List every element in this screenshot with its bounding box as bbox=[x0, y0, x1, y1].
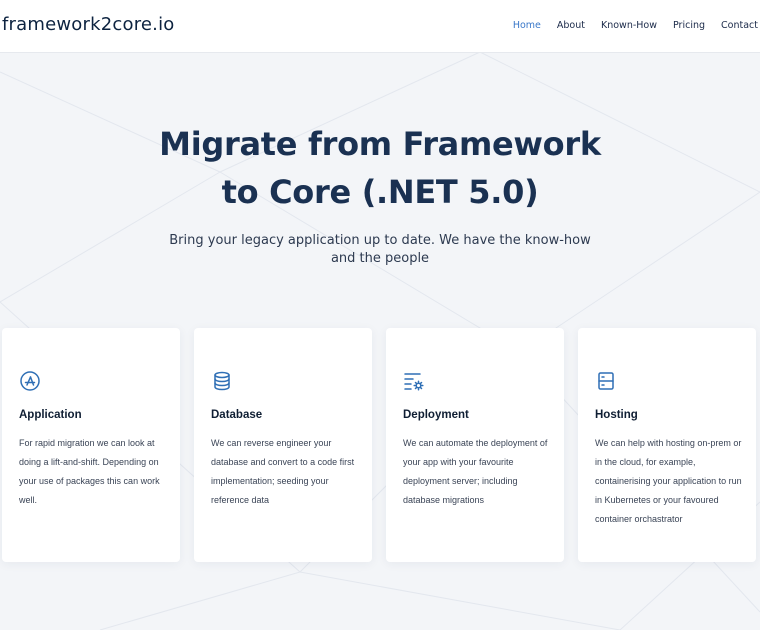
card-description: We can automate the deployment of your a… bbox=[403, 438, 548, 505]
brand-logo-link[interactable]: framework2core.io bbox=[2, 14, 175, 35]
server-icon bbox=[595, 370, 617, 392]
nav-link-home[interactable]: Home bbox=[513, 20, 541, 31]
hero-section: Migrate from Framework to Core (.NET 5.0… bbox=[0, 120, 760, 268]
card-description: We can reverse engineer your database an… bbox=[211, 438, 355, 505]
database-icon bbox=[211, 370, 233, 392]
service-card-deployment: Deployment We can automate the deploymen… bbox=[386, 328, 564, 562]
card-title: Deployment bbox=[403, 409, 469, 421]
card-description: For rapid migration we can look at doing… bbox=[19, 438, 160, 505]
card-description: We can help with hosting on-prem or in t… bbox=[595, 438, 742, 524]
hero-title-line-2: to Core (.NET 5.0) bbox=[221, 173, 539, 211]
card-title: Database bbox=[211, 409, 263, 421]
service-card-hosting: Hosting We can help with hosting on-prem… bbox=[578, 328, 756, 562]
deployment-settings-icon bbox=[403, 370, 425, 392]
services-cards: Application For rapid migration we can l… bbox=[2, 328, 760, 564]
app-icon bbox=[19, 370, 41, 392]
service-card-database: Database We can reverse engineer your da… bbox=[194, 328, 372, 562]
main-nav: Home About Known-How Pricing Contact bbox=[497, 20, 760, 31]
hero-title-line-1: Migrate from Framework bbox=[159, 125, 601, 163]
hero-title: Migrate from Framework to Core (.NET 5.0… bbox=[120, 120, 640, 216]
top-navbar: framework2core.io Home About Known-How P… bbox=[0, 0, 760, 53]
service-card-application: Application For rapid migration we can l… bbox=[2, 328, 180, 562]
nav-link-about[interactable]: About bbox=[557, 20, 585, 31]
nav-link-contact[interactable]: Contact bbox=[721, 20, 758, 31]
card-title: Hosting bbox=[595, 409, 638, 421]
nav-link-pricing[interactable]: Pricing bbox=[673, 20, 705, 31]
nav-link-known-how[interactable]: Known-How bbox=[601, 20, 657, 31]
hero-subtitle: Bring your legacy application up to date… bbox=[169, 233, 591, 266]
card-title: Application bbox=[19, 409, 82, 421]
